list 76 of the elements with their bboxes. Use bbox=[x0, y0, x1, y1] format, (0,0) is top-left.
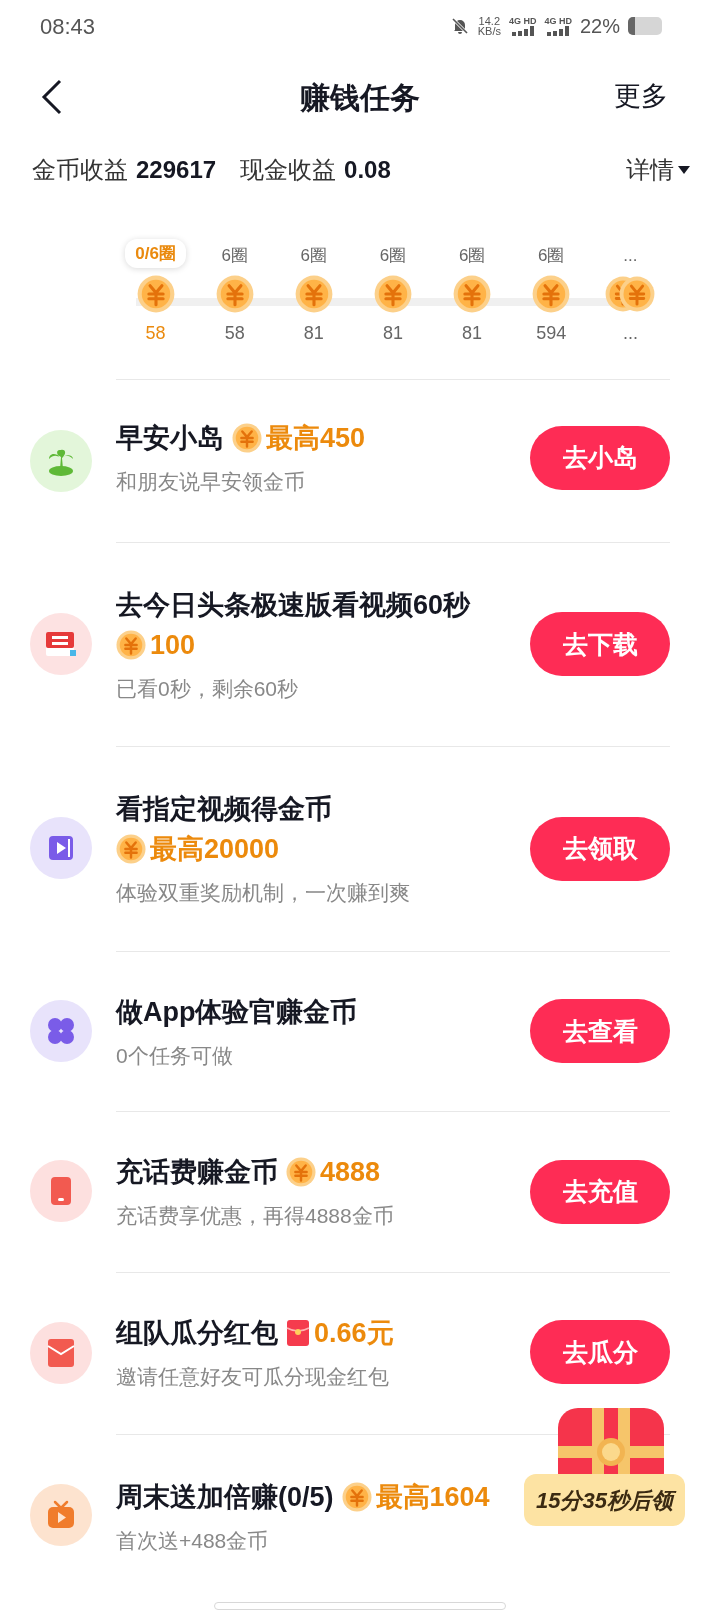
coin-amount: 58 bbox=[224, 322, 245, 345]
battery-percent: 22% bbox=[579, 14, 620, 39]
coin-icon bbox=[116, 834, 146, 864]
round-progress-bubble: 0/6圈 bbox=[125, 238, 186, 268]
coin-icon bbox=[294, 275, 333, 313]
task-action-button[interactable]: 去查看 bbox=[530, 999, 670, 1064]
task-action-button[interactable]: 去瓜分 bbox=[530, 1320, 670, 1385]
reward-amount: 100 bbox=[150, 628, 196, 662]
network-type: 4G HD bbox=[544, 16, 572, 26]
task-action-button[interactable]: 去充值 bbox=[530, 1159, 670, 1224]
task-title: 看指定视频得金币 bbox=[116, 793, 332, 826]
status-time: 08:43 bbox=[40, 12, 96, 41]
reward-amount: 最高1604 bbox=[375, 1481, 490, 1514]
task-title: 周末送加倍赚(0/5) bbox=[116, 1481, 334, 1514]
cash-earnings-value: 0.08 bbox=[344, 155, 391, 185]
speed-unit: KB/s bbox=[477, 26, 501, 36]
signal-icon bbox=[509, 26, 536, 36]
task-description: 和朋友说早安领金币 bbox=[116, 469, 306, 495]
signal-icon bbox=[545, 26, 572, 36]
task-title: 做App体验官赚金币 bbox=[116, 995, 358, 1029]
coin-amount: 81 bbox=[462, 322, 483, 345]
task-description: 邀请任意好友可瓜分现金红包 bbox=[116, 1363, 390, 1390]
reward-amount: 0.66元 bbox=[314, 1316, 394, 1350]
coin-amount: 594 bbox=[536, 322, 567, 345]
coin-icon bbox=[232, 423, 262, 453]
reward-amount: 最高20000 bbox=[150, 833, 280, 866]
round-label: 6圈 bbox=[458, 244, 486, 267]
envelope-icon bbox=[286, 1318, 310, 1347]
coin-amount: 81 bbox=[382, 322, 403, 345]
task-description: 首次送+488金币 bbox=[116, 1528, 270, 1554]
task-action-button[interactable]: 去下载 bbox=[530, 612, 670, 677]
task-action-button[interactable]: 去小岛 bbox=[530, 425, 670, 490]
details-button[interactable]: 详情 bbox=[626, 152, 690, 188]
envelope-icon bbox=[47, 1337, 75, 1368]
reward-amount: 4888 bbox=[320, 1156, 381, 1189]
round-label: 6圈 bbox=[300, 244, 328, 267]
round-label: ... bbox=[623, 244, 638, 267]
task-title: 组队瓜分红包 bbox=[116, 1316, 278, 1350]
cash-earnings-label: 现金收益 bbox=[240, 155, 337, 185]
coin-icon bbox=[374, 275, 412, 313]
task-description: 充话费享优惠，再得4888金币 bbox=[116, 1203, 395, 1229]
battery-icon bbox=[628, 17, 662, 35]
coin-earnings-label: 金币收益 bbox=[32, 155, 128, 185]
coin-icon bbox=[116, 629, 146, 660]
dropdown-icon bbox=[678, 166, 690, 174]
coin-icon bbox=[532, 275, 571, 313]
task-action-button[interactable]: 去领取 bbox=[530, 816, 670, 881]
task-description: 已看0秒，剩余60秒 bbox=[116, 675, 300, 702]
countdown-label[interactable]: 15分35秒后领 bbox=[524, 1474, 685, 1526]
clover-icon bbox=[46, 1015, 76, 1046]
task-title: 充话费赚金币 bbox=[116, 1156, 278, 1189]
coin-amount: ... bbox=[622, 322, 638, 345]
coin-amount: 58 bbox=[145, 322, 166, 345]
round-label: 6圈 bbox=[379, 244, 407, 267]
page-title: 赚钱任务 bbox=[300, 79, 420, 116]
mute-icon bbox=[449, 16, 470, 36]
coin-icon bbox=[619, 276, 656, 312]
round-label: 6圈 bbox=[221, 244, 248, 267]
network-speed: 14.2 bbox=[478, 16, 501, 26]
reward-amount: 最高450 bbox=[266, 422, 366, 455]
coin-icon bbox=[215, 275, 254, 313]
task-description: 0个任务可做 bbox=[116, 1042, 234, 1069]
back-icon bbox=[41, 79, 63, 115]
task-title: 早安小岛 bbox=[116, 422, 224, 455]
network-type: 4G HD bbox=[508, 16, 537, 26]
phone-icon bbox=[49, 1176, 73, 1207]
coin-icon bbox=[286, 1157, 316, 1187]
task-description: 体验双重奖励机制，一次赚到爽 bbox=[116, 880, 411, 906]
more-button[interactable]: 更多 bbox=[614, 76, 668, 117]
coin-earnings-value: 229617 bbox=[136, 155, 217, 185]
coin-icon bbox=[453, 275, 492, 313]
coin-icon bbox=[341, 1482, 372, 1512]
coin-amount: 81 bbox=[303, 322, 324, 345]
round-label: 6圈 bbox=[538, 244, 565, 267]
task-title: 去今日头条极速版看视频60秒 bbox=[116, 588, 471, 622]
coin-icon bbox=[136, 275, 175, 313]
